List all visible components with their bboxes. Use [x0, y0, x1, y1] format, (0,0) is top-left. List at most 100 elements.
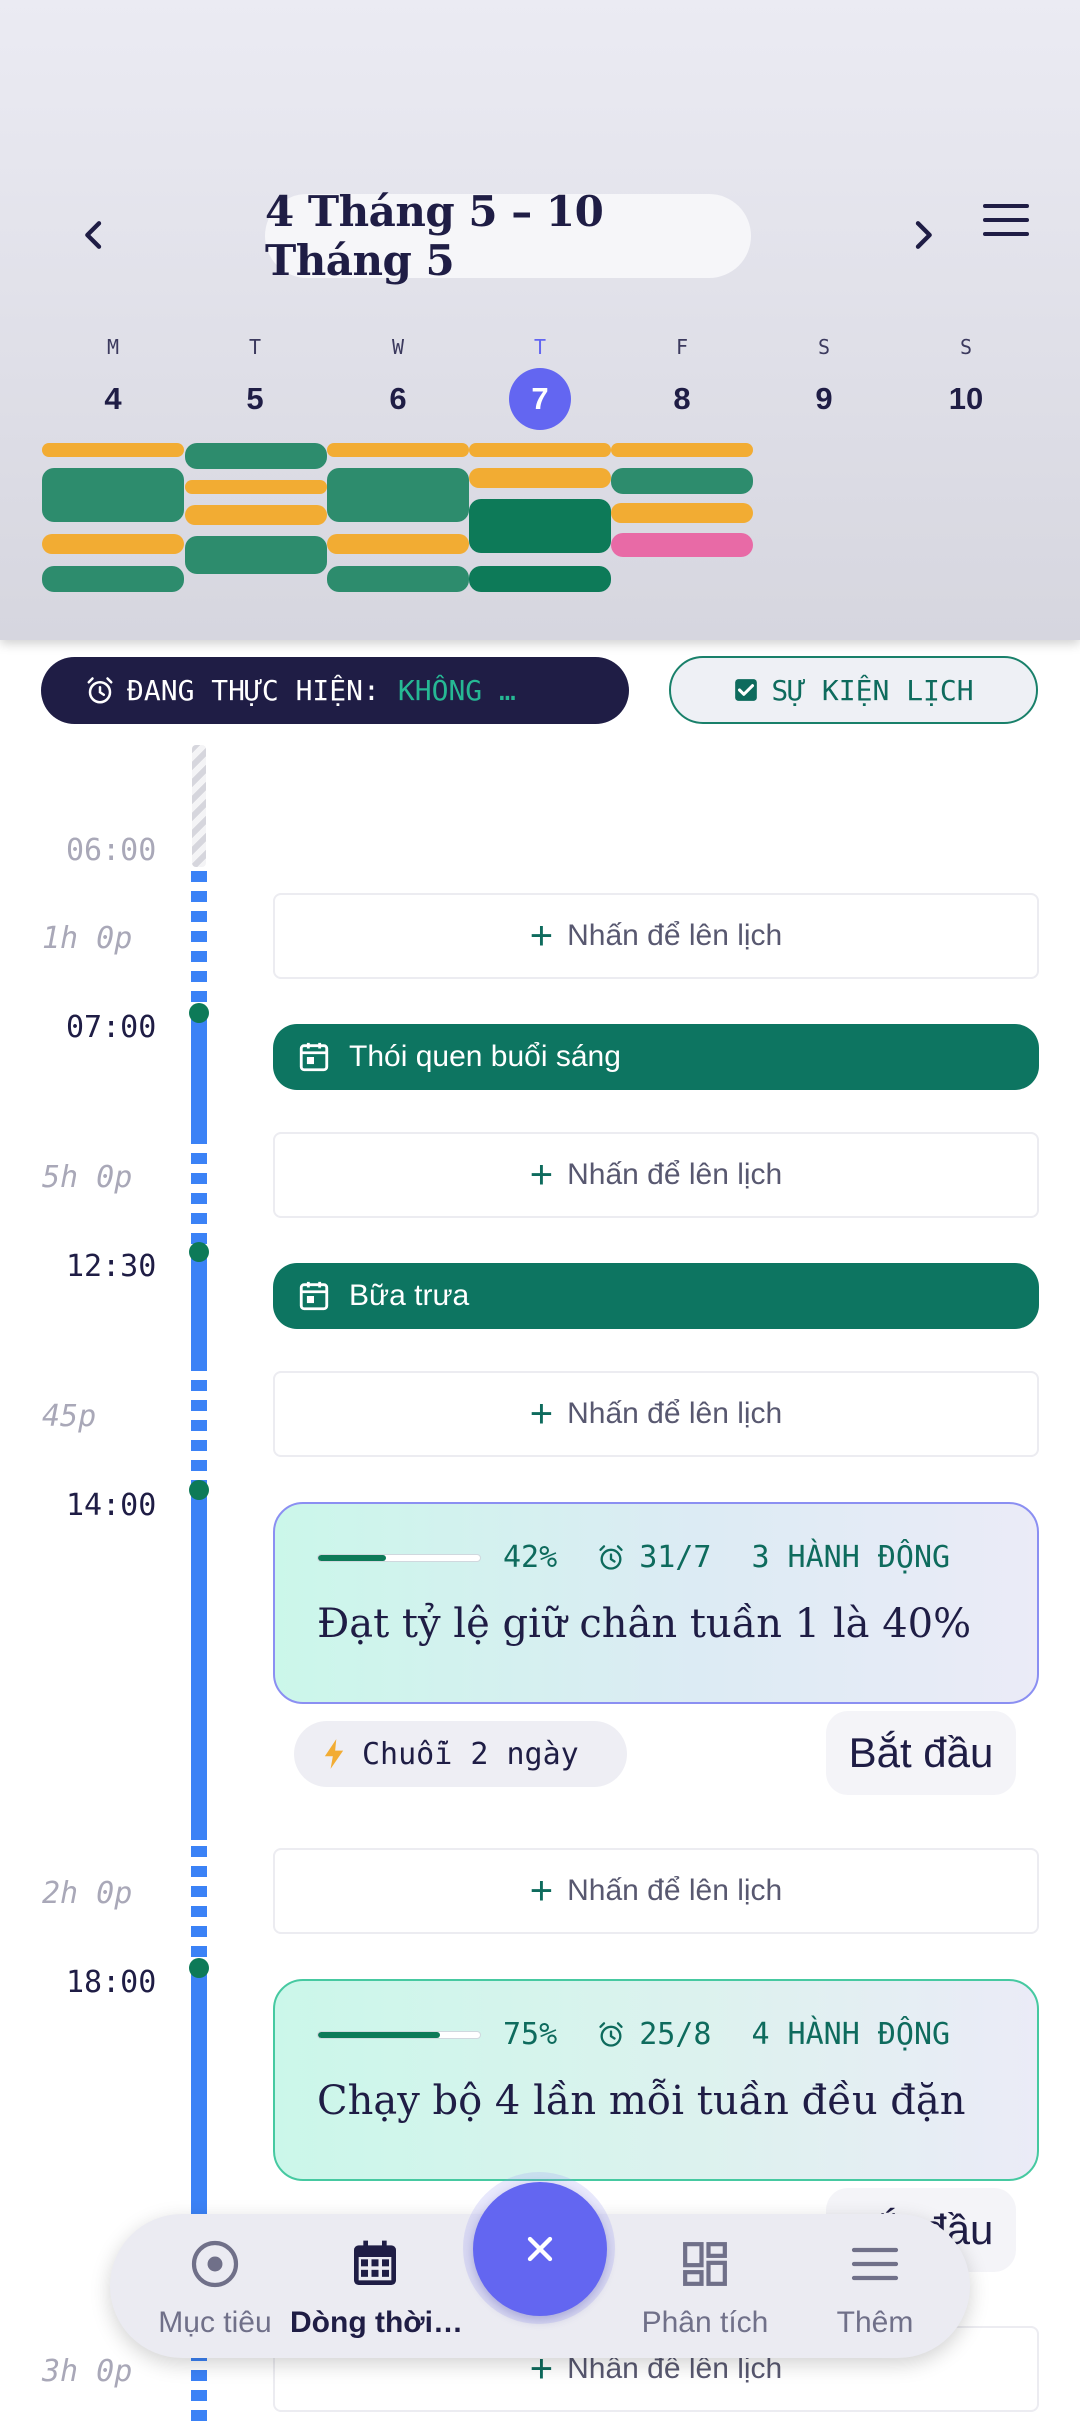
time-label: 18:00 — [66, 1965, 157, 2000]
event-bar — [327, 534, 469, 554]
timeline-marker — [189, 1242, 209, 1262]
close-fab-button[interactable] — [473, 2182, 607, 2316]
timeline-event-segment — [191, 1968, 207, 2218]
chevron-right-icon — [915, 221, 932, 249]
goal-title: Chạy bộ 4 lần mỗi tuần đều đặn — [317, 2078, 966, 2124]
plus-icon: + — [529, 1869, 554, 1913]
timeline-event-segment — [191, 1013, 207, 1133]
goal-deadline-value: 31/7 — [639, 1540, 712, 1575]
goal-card[interactable]: 75% 25/8 4 HÀNH ĐỘNG Chạy bộ 4 lần mỗi t… — [273, 1979, 1039, 2181]
gap-duration-label: 2h 0p — [42, 1876, 133, 1911]
timeline-gap-segment — [191, 871, 207, 1011]
day-number: 6 — [389, 381, 407, 416]
nav-more[interactable]: Thêm — [790, 2232, 960, 2340]
event-bar — [185, 536, 327, 574]
event-title: Bữa trưa — [349, 1279, 470, 1312]
goal-meta: 42% 31/7 3 HÀNH ĐỘNG — [317, 1540, 1037, 1575]
timeline-gap-segment — [191, 1846, 207, 1968]
day-column-sat[interactable]: S 9 — [754, 330, 894, 430]
timeline-marker — [189, 1003, 209, 1023]
close-icon — [527, 2236, 553, 2262]
calendar-event-morning-routine[interactable]: Thói quen buổi sáng — [273, 1024, 1039, 1090]
calendar-event-lunch[interactable]: Bữa trưa — [273, 1263, 1039, 1329]
nav-analytics-label: Phân tích — [641, 2306, 769, 2339]
event-bar — [611, 443, 753, 457]
gap-duration-label: 45p — [42, 1399, 97, 1434]
time-label: 14:00 — [66, 1488, 157, 1523]
schedule-slot-button[interactable]: + Nhấn để lên lịch — [273, 1132, 1039, 1218]
dashboard-icon — [683, 2242, 727, 2286]
nav-more-label: Thêm — [836, 2306, 914, 2339]
day-column-sun[interactable]: S 10 — [896, 330, 1036, 430]
schedule-slot-label: Nhấn để lên lịch — [567, 1397, 783, 1430]
start-goal-button[interactable]: Bắt đầu — [826, 1711, 1016, 1795]
goal-progress-fill — [318, 1554, 387, 1561]
day-letter: M — [106, 335, 120, 359]
schedule-slot-button[interactable]: + Nhấn để lên lịch — [273, 1371, 1039, 1457]
hamburger-menu-icon — [983, 204, 1029, 236]
lightning-icon — [324, 1739, 344, 1769]
day-letter: S — [817, 335, 831, 359]
schedule-slot-label: Nhấn để lên lịch — [567, 1874, 783, 1907]
event-bar — [611, 533, 753, 557]
event-bar — [42, 534, 184, 554]
goal-percent: 42% — [503, 1540, 558, 1575]
calendar-icon — [299, 1042, 329, 1072]
date-range-label: 4 Tháng 5 – 10 Tháng 5 — [265, 187, 604, 285]
goal-progress-bar — [317, 1553, 481, 1562]
plus-icon: + — [529, 1153, 554, 1197]
event-bar — [185, 480, 327, 494]
day-letter: S — [959, 335, 973, 359]
next-week-button[interactable] — [893, 205, 953, 265]
nav-goals[interactable]: Mục tiêu — [130, 2232, 300, 2340]
goal-deadline-value: 25/8 — [639, 2017, 712, 2052]
gap-duration-label: 3h 0p — [42, 2354, 133, 2389]
checkbox-checked-icon — [735, 679, 758, 701]
day-number: 5 — [246, 381, 264, 416]
event-bar — [469, 499, 611, 553]
week-header: 4 Tháng 5 – 10 Tháng 5 M 4 T 5 W 6 T 7 F… — [0, 0, 1080, 640]
day-column-thu[interactable]: T 7 — [470, 330, 610, 430]
schedule-slot-button[interactable]: + Nhấn để lên lịch — [273, 1848, 1039, 1934]
event-bar — [469, 566, 611, 592]
menu-button[interactable] — [976, 190, 1036, 250]
nav-analytics[interactable]: Phân tích — [620, 2232, 790, 2340]
day-number: 8 — [673, 381, 691, 416]
day-column-fri[interactable]: F 8 — [612, 330, 752, 430]
timeline-event-segment — [191, 1252, 207, 1360]
day-column-wed[interactable]: W 6 — [328, 330, 468, 430]
chevron-left-icon — [85, 221, 102, 249]
date-range-picker[interactable]: 4 Tháng 5 – 10 Tháng 5 — [265, 187, 751, 285]
nav-timeline[interactable]: Dòng thời… — [290, 2232, 463, 2340]
goal-card[interactable]: 42% 31/7 3 HÀNH ĐỘNG Đạt tỷ lệ giữ chân … — [273, 1502, 1039, 1704]
event-bar — [611, 468, 753, 494]
event-bar — [42, 443, 184, 457]
day-letter: W — [391, 335, 405, 359]
current-activity-pill[interactable]: ĐANG THỰC HIỆN: KHÔNG … — [41, 657, 629, 724]
event-bar — [42, 566, 184, 592]
nav-goals-label: Mục tiêu — [158, 2306, 272, 2339]
day-letter: T — [248, 335, 262, 359]
schedule-slot-button[interactable]: + Nhấn để lên lịch — [273, 893, 1039, 979]
day-number: 10 — [948, 381, 984, 416]
goal-progress-bar — [317, 2030, 481, 2039]
alarm-clock-icon — [87, 676, 113, 703]
event-bar — [611, 503, 753, 523]
event-bar — [327, 468, 469, 522]
day-column-mon[interactable]: M 4 — [43, 330, 183, 430]
streak-label: Chuỗi 2 ngày — [362, 1736, 579, 1772]
alarm-clock-icon — [599, 1544, 623, 1570]
day-letter: F — [675, 335, 689, 359]
event-bar — [327, 443, 469, 457]
timeline-marker — [189, 1480, 209, 1500]
time-label: 06:00 — [66, 833, 157, 868]
goal-title: Đạt tỷ lệ giữ chân tuần 1 là 40% — [317, 1601, 972, 1647]
calendar-events-toggle[interactable]: SỰ KIỆN LỊCH — [669, 656, 1038, 724]
event-bar — [185, 505, 327, 525]
goal-actions-count: 4 HÀNH ĐỘNG — [751, 2017, 951, 2052]
event-bar — [469, 443, 611, 457]
previous-week-button[interactable] — [64, 205, 124, 265]
calendar-icon — [299, 1281, 329, 1311]
day-column-tue[interactable]: T 5 — [185, 330, 325, 430]
current-activity-label: ĐANG THỰC HIỆN: — [127, 674, 380, 707]
